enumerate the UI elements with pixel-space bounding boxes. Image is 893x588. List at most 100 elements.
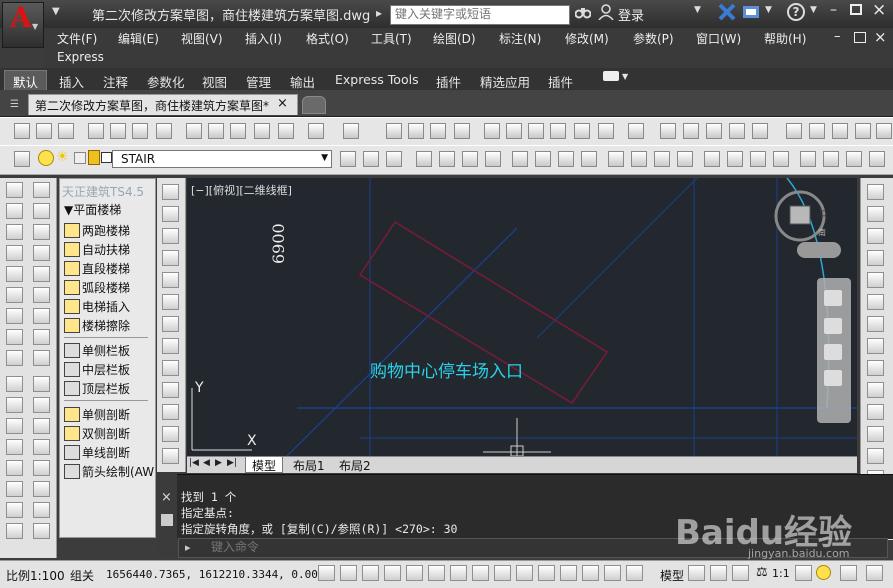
tz-expand-1-icon[interactable] (6, 350, 23, 366)
tz-tool-9-icon[interactable] (6, 266, 23, 282)
arc-icon[interactable] (162, 294, 179, 310)
ribbon-tab-parametric[interactable]: 参数化 (147, 72, 185, 91)
open-file-icon[interactable] (36, 123, 52, 139)
copy-icon[interactable] (208, 123, 224, 139)
tz-tool-14-icon[interactable] (33, 308, 50, 324)
menu-modify[interactable]: 修改(M) (565, 30, 609, 47)
isolate-objects-icon[interactable] (816, 565, 831, 580)
ribbon-tab-insert[interactable]: 插入 (59, 72, 84, 91)
array-icon[interactable] (867, 272, 884, 288)
dynamic-ucs-icon[interactable] (494, 565, 511, 581)
tz-axis-icon[interactable] (6, 182, 23, 198)
ribbon-tab-plugins-2[interactable]: 插件 (548, 72, 573, 91)
print-icon[interactable] (88, 123, 104, 139)
document-tab[interactable]: 第二次修改方案草图，商住楼建筑方案草图* × (28, 94, 298, 115)
inspection-icon[interactable] (750, 151, 766, 167)
selection-cycling-icon[interactable] (604, 565, 621, 581)
draw-line-icon[interactable] (162, 184, 179, 200)
block-tool-3-icon[interactable] (832, 123, 848, 139)
layer-dropdown-arrow-icon[interactable]: ▼ (321, 153, 328, 163)
menu-window[interactable]: 窗口(W) (696, 30, 741, 47)
design-center-icon[interactable] (506, 123, 522, 139)
ribbon-tab-manage[interactable]: 管理 (246, 72, 271, 91)
tz-tool-26-icon[interactable] (33, 439, 50, 455)
new-file-icon[interactable] (14, 123, 30, 139)
quick-dim-icon[interactable] (608, 151, 624, 167)
annotation-scale-value[interactable]: 1:1 (772, 567, 790, 580)
ribbon-tab-annotate[interactable]: 注释 (103, 72, 128, 91)
binoculars-icon[interactable] (574, 4, 592, 20)
sheet-set-icon[interactable] (550, 123, 566, 139)
break-icon[interactable] (867, 426, 884, 442)
tz-tool-2-icon[interactable] (33, 182, 50, 198)
join-icon[interactable] (867, 448, 884, 464)
help-toolbar-icon[interactable] (628, 123, 644, 139)
annotation-monitor-icon[interactable] (626, 565, 643, 581)
layer-tool-2-icon[interactable] (683, 123, 699, 139)
menu-parametric[interactable]: 参数(P) (633, 30, 674, 47)
tz-scale-icon[interactable] (6, 203, 23, 219)
spline-icon[interactable] (162, 360, 179, 376)
clean-screen-icon[interactable] (866, 565, 883, 581)
undo-icon[interactable] (308, 123, 324, 139)
dim-text-edit-icon[interactable] (823, 151, 839, 167)
rotate-icon[interactable] (867, 316, 884, 332)
extend-icon[interactable] (867, 404, 884, 420)
doc-restore-icon[interactable] (854, 32, 866, 43)
ordinate-icon[interactable] (485, 151, 501, 167)
center-mark-icon[interactable] (727, 151, 743, 167)
viewport-controls-label[interactable]: [−][俯视][二维线框] (191, 182, 292, 198)
tolerance-icon[interactable] (704, 151, 720, 167)
make-block-icon[interactable] (162, 448, 179, 464)
redo-icon[interactable] (343, 123, 359, 139)
block-tool-5-icon[interactable] (876, 123, 892, 139)
paste-special-icon[interactable] (254, 123, 270, 139)
tz-tool-27-icon[interactable] (6, 460, 23, 476)
match-properties-icon[interactable] (278, 123, 294, 139)
layer-previous-icon[interactable] (363, 151, 379, 167)
linear-dimension-icon[interactable] (416, 151, 432, 167)
snap-mode-icon[interactable] (340, 565, 357, 581)
dim-space-icon[interactable] (677, 151, 693, 167)
next-layout-icon[interactable]: ▶ (215, 458, 222, 468)
layer-tool-3-icon[interactable] (706, 123, 722, 139)
tz-tool-8-icon[interactable] (33, 245, 50, 261)
ortho-mode-icon[interactable] (384, 565, 401, 581)
menu-insert[interactable]: 插入(I) (245, 30, 282, 47)
tz-section-header[interactable]: ▼平面楼梯 (64, 201, 121, 218)
tz-tool-32-icon[interactable] (33, 502, 50, 518)
rectangle-icon[interactable] (162, 272, 179, 288)
arc-length-icon[interactable] (462, 151, 478, 167)
login-link[interactable]: 登录 (618, 5, 644, 24)
polar-tracking-icon[interactable] (406, 565, 423, 581)
dim-update-icon[interactable] (846, 151, 862, 167)
maximize-icon[interactable] (850, 4, 862, 15)
layer-thaw-sun-icon[interactable]: ☀ (56, 150, 70, 164)
quick-properties-icon[interactable] (582, 565, 599, 581)
infer-constraints-icon[interactable] (318, 565, 335, 581)
full-navigation-wheel-icon[interactable] (824, 290, 842, 306)
tz-tool-20-icon[interactable] (33, 376, 50, 392)
markup-icon[interactable] (574, 123, 590, 139)
annotation-scale-icon[interactable]: ⚖ (756, 565, 768, 580)
pan-status-icon[interactable] (732, 565, 749, 581)
3d-object-snap-icon[interactable] (450, 565, 467, 581)
search-box[interactable] (390, 5, 570, 25)
tz-tool-13-icon[interactable] (6, 308, 23, 324)
menu-help[interactable]: 帮助(H) (764, 30, 806, 47)
new-tab-button[interactable] (302, 96, 326, 114)
tz-tool-7-icon[interactable] (6, 245, 23, 261)
scale-indicator[interactable]: 比例1:100 (6, 567, 65, 584)
layer-on-bulb-icon[interactable] (38, 150, 54, 166)
document-tab-close-icon[interactable]: × (277, 96, 288, 111)
revision-cloud-icon[interactable] (162, 338, 179, 354)
menu-format[interactable]: 格式(O) (306, 30, 349, 47)
scale-icon[interactable] (867, 338, 884, 354)
doc-minimize-icon[interactable]: – (834, 29, 841, 44)
mirror-icon[interactable] (867, 228, 884, 244)
stay-connected-icon[interactable] (742, 3, 760, 21)
magnet-icon[interactable] (729, 123, 745, 139)
zoom-realtime-icon[interactable] (408, 123, 424, 139)
tz-circle-icon[interactable] (33, 224, 50, 240)
print-preview-icon[interactable] (110, 123, 126, 139)
